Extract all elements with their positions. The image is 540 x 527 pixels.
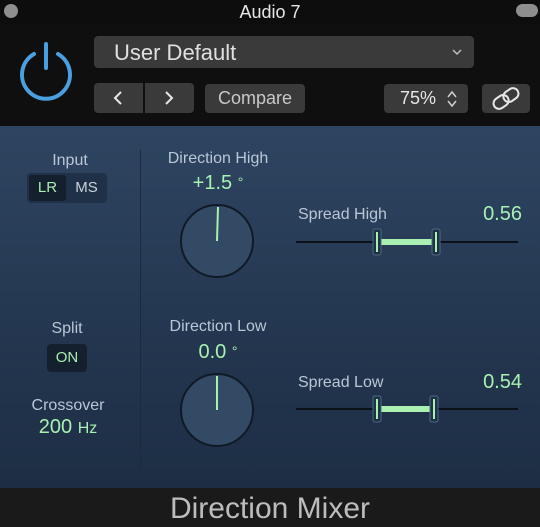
spread-low-value[interactable]: 0.54 [420, 371, 522, 394]
direction-low-value-field[interactable]: 0.0 ° [150, 341, 286, 364]
split-toggle[interactable]: ON [47, 344, 87, 372]
input-lr-option[interactable]: LR [29, 175, 66, 201]
zoom-menu[interactable]: 75% [384, 84, 468, 113]
direction-low-value: 0.0 [198, 341, 227, 363]
window-title: Audio 7 [239, 2, 301, 22]
crossover-unit: Hz [77, 420, 98, 437]
input-mode-toggle: LR MS [27, 173, 107, 203]
direction-high-value: +1.5 [192, 172, 233, 194]
preset-menu[interactable]: User Default [94, 36, 474, 68]
previous-preset-button[interactable] [94, 83, 143, 113]
preset-navigation [94, 83, 194, 113]
arrow-right-icon [165, 91, 174, 105]
plugin-name: Direction Mixer [169, 492, 371, 525]
direction-low-unit: ° [231, 343, 238, 359]
up-down-stepper-icon [447, 90, 457, 108]
chevron-down-icon [452, 49, 462, 56]
link-button[interactable] [482, 84, 530, 113]
spread-low-label: Spread Low [298, 374, 384, 391]
spread-high-value[interactable]: 0.56 [420, 203, 522, 226]
direction-high-knob[interactable] [178, 202, 256, 280]
preset-name: User Default [114, 40, 237, 65]
direction-low-label: Direction Low [169, 318, 267, 335]
spread-low-slider[interactable] [296, 394, 518, 424]
compare-button[interactable]: Compare [205, 84, 305, 113]
spread-high-slider[interactable] [296, 227, 518, 257]
crossover-value-field[interactable]: 200 Hz [18, 416, 118, 439]
direction-high-value-field[interactable]: +1.5 ° [150, 172, 286, 195]
input-label: Input [52, 152, 88, 169]
next-preset-button[interactable] [145, 83, 194, 113]
power-icon [20, 42, 72, 101]
link-icon [492, 87, 520, 110]
split-label: Split [51, 320, 83, 337]
panel-divider [140, 150, 141, 472]
direction-low-knob[interactable] [178, 371, 256, 449]
input-ms-option[interactable]: MS [68, 175, 105, 201]
direction-high-label: Direction High [167, 150, 269, 167]
window-zoom-pill[interactable] [516, 4, 538, 17]
power-button[interactable] [14, 38, 78, 102]
zoom-level: 75% [400, 88, 437, 108]
crossover-value: 200 [38, 416, 73, 438]
direction-high-unit: ° [237, 174, 244, 190]
crossover-label: Crossover [31, 397, 105, 414]
spread-high-label: Spread High [298, 206, 387, 223]
arrow-left-icon [113, 91, 122, 105]
